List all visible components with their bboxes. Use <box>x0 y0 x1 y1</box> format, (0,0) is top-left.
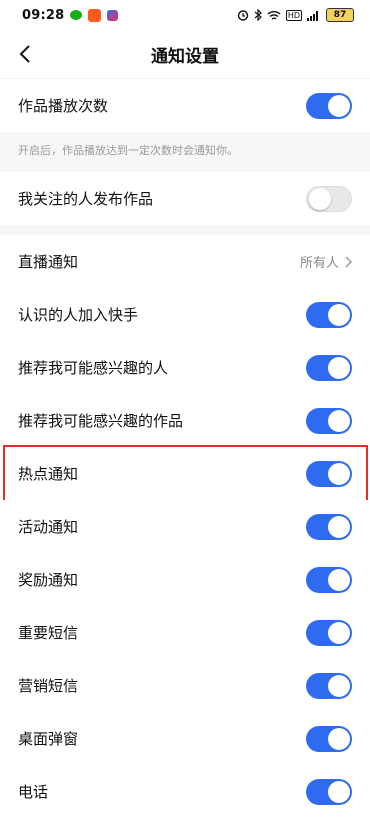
setting-row-live-notification[interactable]: 直播通知 所有人 <box>0 235 370 288</box>
chevron-left-icon <box>19 45 30 63</box>
setting-row-hot-notification: 热点通知 <box>0 445 370 504</box>
setting-row-acquaintance-joined: 认识的人加入快手 <box>0 288 370 341</box>
toggle-knob <box>328 356 350 379</box>
toggle-knob <box>328 303 350 326</box>
acquaintance-joined-toggle[interactable] <box>306 301 352 328</box>
live-notification-value-text: 所有人 <box>299 256 339 271</box>
toggle-knob <box>328 409 350 432</box>
setting-row-phone: 电话 <box>0 765 370 818</box>
status-bar: 09:28 HD 87 <box>0 0 370 30</box>
recommend-people-toggle[interactable] <box>306 354 352 381</box>
setting-row-reward-notification: 奖励通知 <box>0 553 370 606</box>
setting-label: 奖励通知 <box>18 571 79 589</box>
setting-note: 开启后，作品播放达到一定次数时会通知你。 <box>0 132 370 172</box>
chevron-right-icon <box>345 256 352 267</box>
live-notification-value[interactable]: 所有人 <box>300 252 352 271</box>
toggle-knob <box>328 568 350 591</box>
followed-posts-toggle[interactable] <box>306 185 352 212</box>
toggle-knob <box>328 621 350 644</box>
wechat-icon <box>70 10 83 20</box>
setting-label: 重要短信 <box>18 624 79 642</box>
battery-indicator: 87 <box>326 8 354 22</box>
setting-label: 推荐我可能感兴趣的作品 <box>18 412 184 430</box>
setting-label: 电话 <box>18 783 49 801</box>
nav-bar: 通知设置 <box>0 30 370 79</box>
marketing-sms-toggle[interactable] <box>306 672 352 699</box>
setting-row-important-sms: 重要短信 <box>0 606 370 659</box>
setting-row-marketing-sms: 营销短信 <box>0 659 370 712</box>
reward-notification-toggle[interactable] <box>306 566 352 593</box>
setting-label: 营销短信 <box>18 677 79 695</box>
setting-label: 直播通知 <box>18 253 79 271</box>
setting-label: 认识的人加入快手 <box>18 306 139 324</box>
bluetooth-icon <box>254 9 262 21</box>
hot-notification-toggle[interactable] <box>306 460 352 487</box>
app-notification-icon <box>107 9 119 21</box>
setting-label: 作品播放次数 <box>18 97 109 115</box>
play-count-toggle[interactable] <box>306 92 352 119</box>
setting-row-recommend-people: 推荐我可能感兴趣的人 <box>0 341 370 394</box>
wifi-icon <box>267 10 281 20</box>
setting-row-followed-posts: 我关注的人发布作品 <box>0 172 370 225</box>
status-time: 09:28 <box>22 7 65 23</box>
toggle-knob <box>328 94 350 117</box>
kuaishou-icon <box>88 8 102 22</box>
setting-row-play-count: 作品播放次数 <box>0 79 370 132</box>
page-title: 通知设置 <box>151 46 219 67</box>
setting-label: 推荐我可能感兴趣的人 <box>18 359 169 377</box>
setting-row-desktop-popup: 桌面弹窗 <box>0 712 370 765</box>
hd-badge: HD <box>285 9 302 21</box>
alarm-icon <box>237 10 249 21</box>
section-divider <box>0 225 370 235</box>
signal-icon <box>307 10 318 21</box>
toggle-knob <box>328 674 350 697</box>
toggle-knob <box>328 780 350 803</box>
status-bar-right: HD 87 <box>237 8 354 22</box>
recommend-works-toggle[interactable] <box>306 407 352 434</box>
setting-label: 热点通知 <box>18 465 79 483</box>
phone-toggle[interactable] <box>306 778 352 805</box>
setting-label: 我关注的人发布作品 <box>18 190 154 208</box>
activity-notification-toggle[interactable] <box>306 513 352 540</box>
important-sms-toggle[interactable] <box>306 619 352 646</box>
toggle-knob <box>328 462 350 485</box>
toggle-knob <box>328 515 350 538</box>
setting-label: 活动通知 <box>18 518 79 536</box>
back-button[interactable] <box>16 44 36 64</box>
setting-row-activity-notification: 活动通知 <box>0 500 370 553</box>
toggle-knob <box>309 187 331 210</box>
setting-row-recommend-works: 推荐我可能感兴趣的作品 <box>0 394 370 447</box>
setting-label: 桌面弹窗 <box>18 730 79 748</box>
status-bar-left: 09:28 <box>22 7 119 23</box>
toggle-knob <box>328 727 350 750</box>
desktop-popup-toggle[interactable] <box>306 725 352 752</box>
